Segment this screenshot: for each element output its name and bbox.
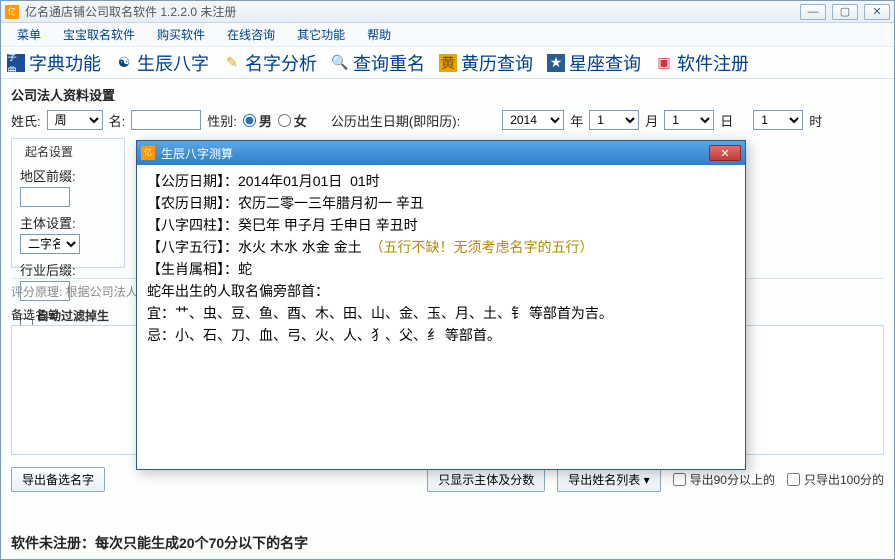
group-title: 起名设置 [22, 143, 76, 160]
tab-register[interactable]: ▣软件注册 [655, 50, 749, 76]
close-button[interactable]: ✕ [864, 4, 890, 20]
export-candidates-button[interactable]: 导出备选名字 [11, 467, 105, 492]
hour-select[interactable]: 1 [753, 110, 803, 130]
bazi-modal: 亿 生辰八字测算 ✕ 【公历日期】：2014年01月01日 01时 【农历日期】… [136, 140, 746, 470]
main-tabs: 字典字典功能 ☯生辰八字 ✎名字分析 🔍查询重名 黄黄历查询 ★星座查询 ▣软件… [1, 47, 894, 79]
name-input[interactable] [131, 110, 201, 130]
suffix-label: 行业后缀: [20, 260, 76, 279]
year-select[interactable]: 2014 [502, 110, 564, 130]
minimize-button[interactable]: — [800, 4, 826, 20]
show-body-score-button[interactable]: 只显示主体及分数 [427, 467, 545, 492]
tab-zodiac[interactable]: ★星座查询 [547, 50, 641, 76]
menu-consult[interactable]: 在线咨询 [217, 24, 285, 45]
gender-male-radio[interactable]: 男 [243, 111, 272, 130]
surname-select[interactable]: 周 [47, 110, 103, 130]
menu-main[interactable]: 菜单 [7, 24, 51, 45]
naming-settings-group: 起名设置 地区前缀: 主体设置:二字名 行业后缀: 自动过滤掉生肖 [11, 138, 125, 268]
tab-calendar[interactable]: 黄黄历查询 [439, 50, 533, 76]
app-icon: 亿 [5, 5, 19, 19]
maximize-button[interactable]: ▢ [832, 4, 858, 20]
body-select[interactable]: 二字名 [20, 234, 80, 254]
chevron-down-icon: ▾ [644, 473, 650, 487]
export-100only-checkbox[interactable]: 只导出100分的 [787, 471, 884, 488]
surname-label: 姓氏: [11, 111, 41, 130]
region-prefix-input[interactable] [20, 187, 70, 207]
tab-analyze[interactable]: ✎名字分析 [223, 50, 317, 76]
gender-label: 性别: [207, 111, 237, 130]
body-label: 主体设置: [20, 213, 76, 232]
menu-other[interactable]: 其它功能 [287, 24, 355, 45]
pencil-icon: ✎ [223, 54, 241, 72]
export-90plus-checkbox[interactable]: 导出90分以上的 [673, 471, 775, 488]
register-icon: ▣ [655, 54, 673, 72]
name-label: 名: [109, 111, 126, 130]
titlebar: 亿 亿名通店铺公司取名软件 1.2.2.0 未注册 — ▢ ✕ [1, 1, 894, 23]
sun-icon: 黄 [439, 54, 457, 72]
person-form-row: 姓氏: 周 名: 性别: 男 女 公历出生日期(即阳历): 2014年 1月 1… [11, 110, 884, 130]
menu-baby-naming[interactable]: 宝宝取名软件 [53, 24, 145, 45]
modal-title: 生辰八字测算 [161, 145, 709, 162]
menu-help[interactable]: 帮助 [357, 24, 401, 45]
book-icon: 字典 [7, 54, 25, 72]
footer-notice: 软件未注册：每次只能生成20个70分以下的名字 [11, 533, 308, 553]
modal-icon: 亿 [141, 146, 155, 160]
menubar: 菜单 宝宝取名软件 购买软件 在线咨询 其它功能 帮助 [1, 23, 894, 47]
main-window: 亿 亿名通店铺公司取名软件 1.2.2.0 未注册 — ▢ ✕ 菜单 宝宝取名软… [0, 0, 895, 560]
window-title: 亿名通店铺公司取名软件 1.2.2.0 未注册 [25, 3, 800, 20]
yinyang-icon: ☯ [115, 54, 133, 72]
section-company-info: 公司法人资料设置 [11, 85, 884, 104]
region-prefix-label: 地区前缀: [20, 166, 76, 185]
birth-label: 公历出生日期(即阳历): [331, 111, 460, 130]
month-select[interactable]: 1 [589, 110, 639, 130]
search-icon: 🔍 [331, 54, 349, 72]
day-select[interactable]: 1 [664, 110, 714, 130]
modal-close-button[interactable]: ✕ [709, 145, 741, 161]
tab-duplicate[interactable]: 🔍查询重名 [331, 50, 425, 76]
tab-dictionary[interactable]: 字典字典功能 [7, 50, 101, 76]
export-names-button[interactable]: 导出姓名列表 ▾ [557, 467, 660, 492]
gender-female-radio[interactable]: 女 [278, 111, 307, 130]
tab-bazi[interactable]: ☯生辰八字 [115, 50, 209, 76]
modal-body: 【公历日期】：2014年01月01日 01时 【农历日期】：农历二零一三年腊月初… [137, 165, 745, 353]
menu-buy[interactable]: 购买软件 [147, 24, 215, 45]
modal-titlebar: 亿 生辰八字测算 ✕ [137, 141, 745, 165]
star-icon: ★ [547, 54, 565, 72]
bottom-toolbar: 导出备选名字 只显示主体及分数 导出姓名列表 ▾ 导出90分以上的 只导出100… [11, 467, 884, 492]
